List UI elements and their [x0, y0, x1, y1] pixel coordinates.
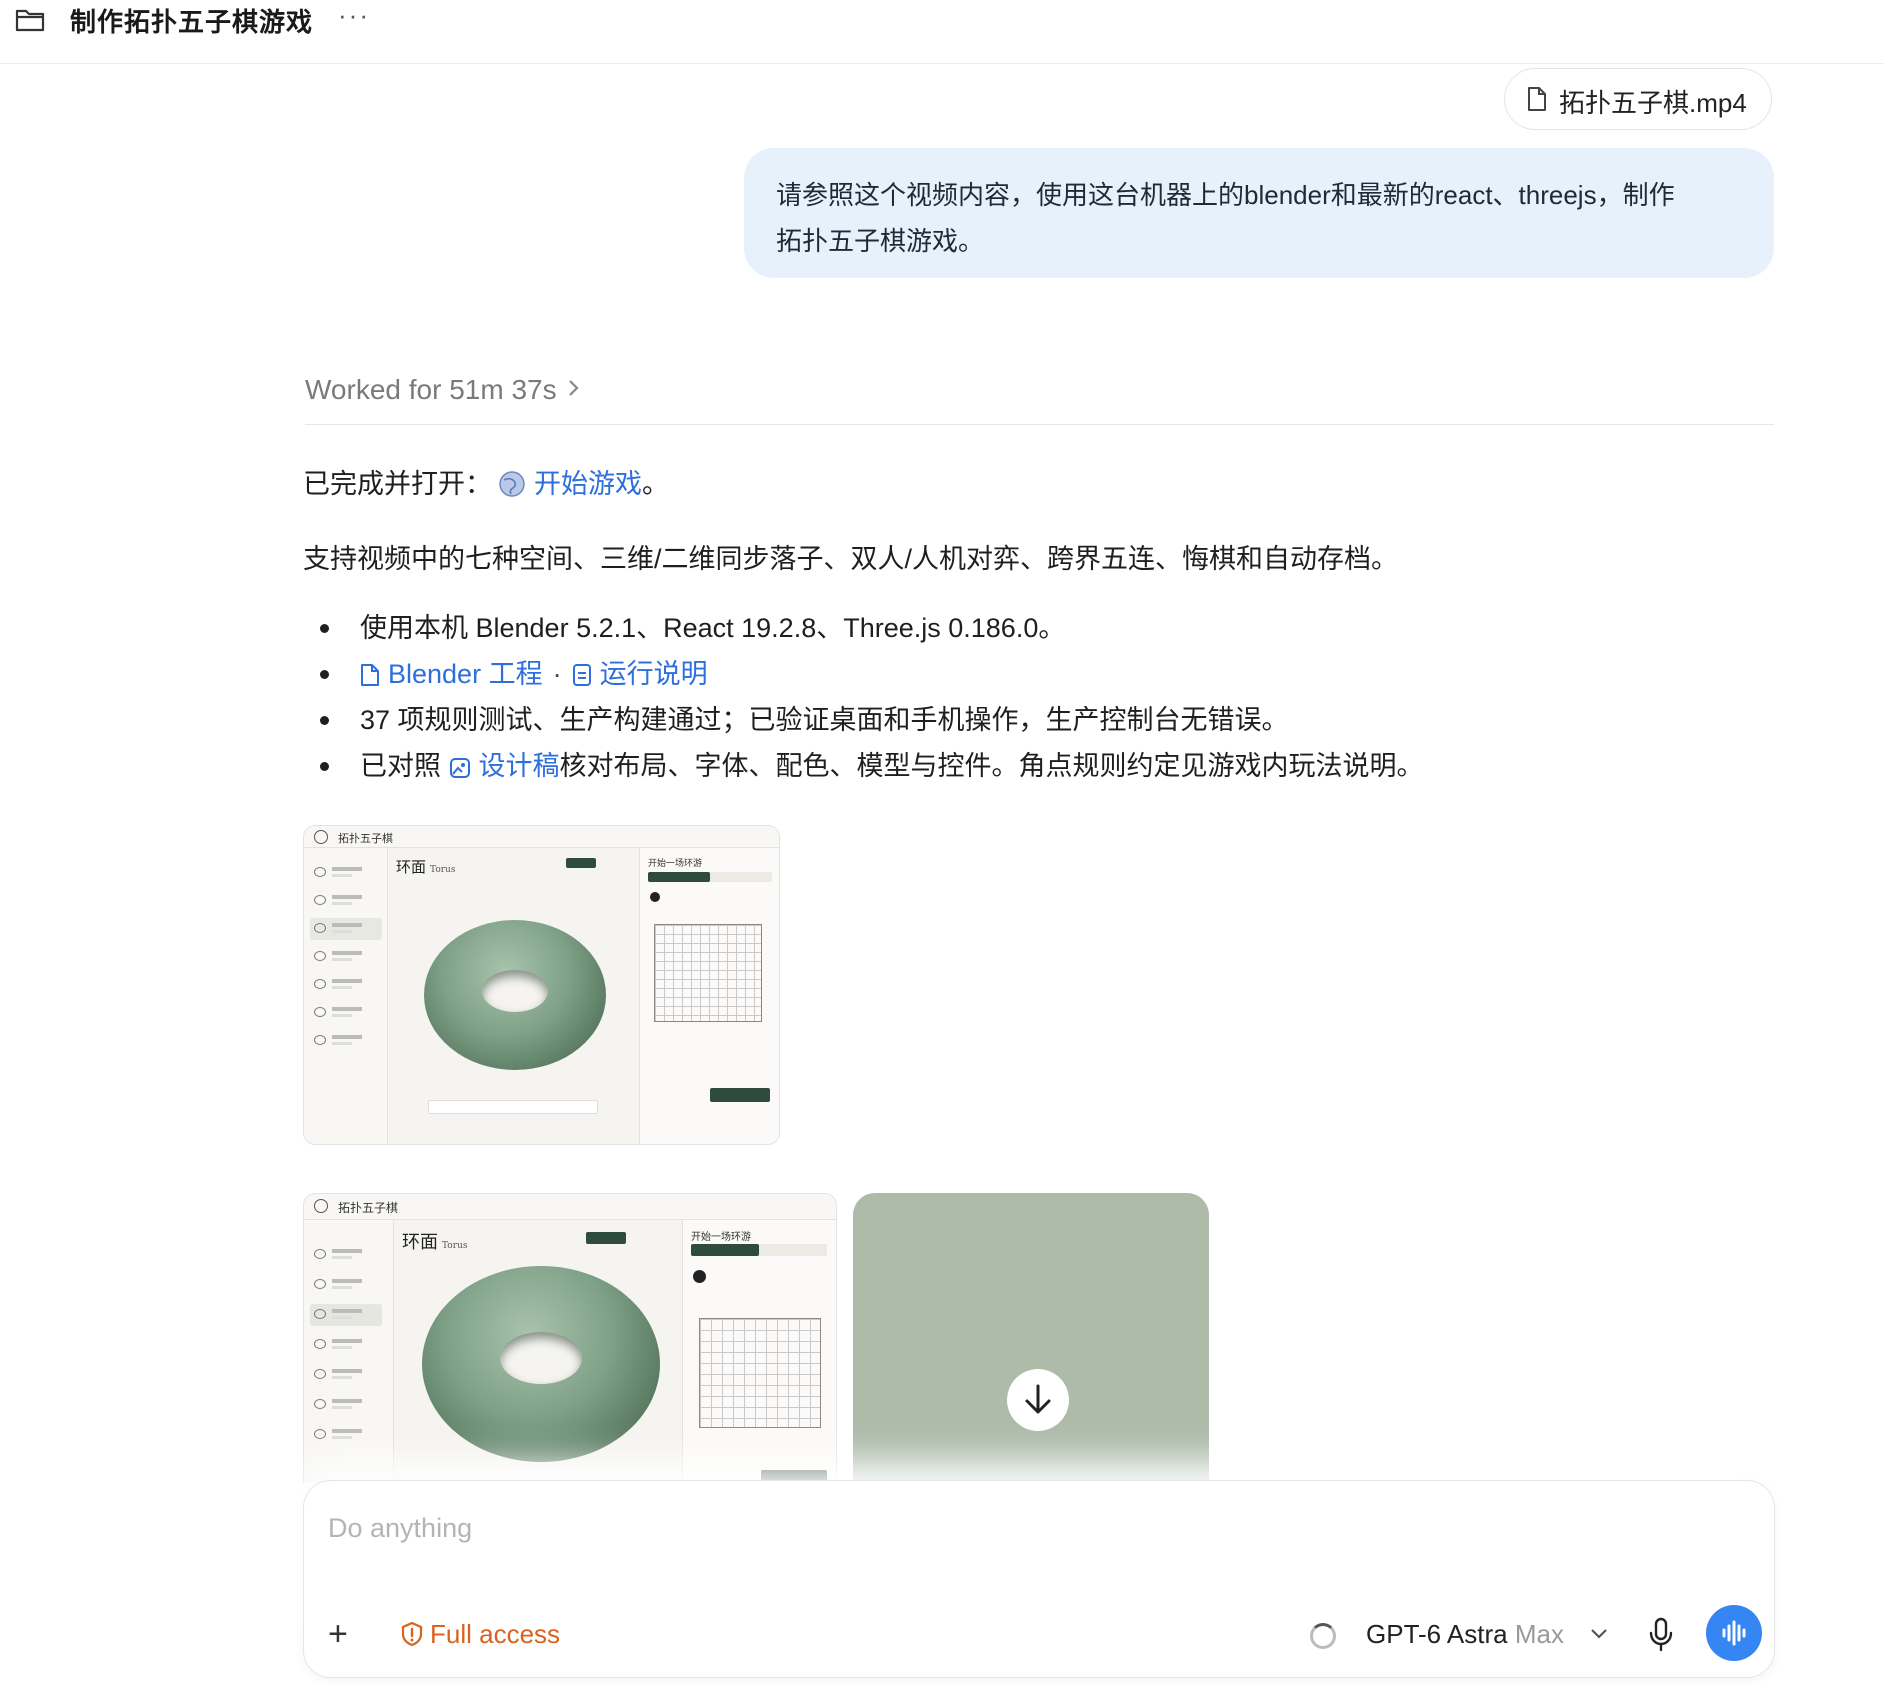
- globe-icon: [499, 471, 525, 497]
- image-icon: [449, 758, 470, 778]
- more-options-button[interactable]: ···: [338, 0, 370, 31]
- screenshot-thumbnail[interactable]: 拓扑五子棋 环面 Torus 开始一场环游: [303, 825, 780, 1145]
- thumbnail-side-panel: 开始一场环游: [639, 848, 779, 1144]
- torus-model: [424, 920, 606, 1070]
- thumbnail-side-panel: 开始一场环游: [682, 1220, 836, 1483]
- tests-text: 37 项规则测试、生产构建通过；已验证桌面和手机操作，生产控制台无错误。: [360, 705, 1289, 735]
- access-level-button[interactable]: Full access: [400, 1619, 560, 1650]
- thumbnail-sidebar: [304, 848, 388, 1144]
- model-variant: Max: [1514, 1619, 1564, 1649]
- thumbnail-panel-title: 开始一场环游: [691, 1232, 751, 1243]
- thumbnail-mode-pill: [586, 1232, 626, 1244]
- arrow-down-icon: [1025, 1384, 1051, 1414]
- black-stone: [650, 892, 660, 902]
- prompt-input[interactable]: Do anything: [328, 1513, 472, 1544]
- design-draft-link[interactable]: 设计稿: [479, 751, 560, 781]
- loading-spinner-icon: [1310, 1623, 1336, 1649]
- versions-text: 使用本机 Blender 5.2.1、React 19.2.8、Three.js…: [360, 613, 1066, 643]
- voice-mode-button[interactable]: [1706, 1605, 1762, 1661]
- thumbnail-viewport: 环面 Torus: [388, 848, 639, 1144]
- list-item: 使用本机 Blender 5.2.1、React 19.2.8、Three.js…: [320, 608, 1424, 654]
- thumbnail-toolbar: [428, 1100, 598, 1114]
- attachment-chip[interactable]: 拓扑五子棋.mp4: [1504, 68, 1772, 130]
- top-bar: 制作拓扑五子棋游戏 ···: [0, 0, 1884, 64]
- start-game-link[interactable]: 开始游戏: [534, 469, 642, 499]
- list-item: 已对照 设计稿核对布局、字体、配色、模型与控件。角点规则约定见游戏内玩法说明。: [320, 746, 1424, 792]
- microphone-icon[interactable]: [1648, 1617, 1674, 1653]
- thumbnail-sidebar-item: [310, 1304, 382, 1326]
- thumbnail-app-header: 拓扑五子棋: [304, 1194, 836, 1220]
- add-attachment-button[interactable]: +: [328, 1617, 348, 1651]
- thumbnail-sidebar-item: [310, 1424, 382, 1446]
- design-prefix: 已对照: [360, 751, 441, 781]
- thumbnail-sidebar-item: [310, 1394, 382, 1416]
- model-name: GPT-6 Astra: [1366, 1619, 1508, 1649]
- thumbnail-sidebar: [304, 1220, 394, 1483]
- completion-prefix: 已完成并打开：: [303, 469, 492, 499]
- result-list: 使用本机 Blender 5.2.1、React 19.2.8、Three.js…: [320, 608, 1424, 792]
- download-button[interactable]: [1007, 1369, 1069, 1431]
- logo-icon: [314, 1199, 328, 1213]
- thumbnail-sidebar-item: [310, 946, 382, 968]
- chevron-right-icon: [568, 380, 579, 396]
- conversation-title: 制作拓扑五子棋游戏: [70, 7, 314, 37]
- thumbnail-panel-title: 开始一场环游: [648, 859, 703, 869]
- thumbnail-tabs: [648, 872, 772, 882]
- thumbnail-tabs: [691, 1244, 827, 1256]
- thumbnail-board-grid: [699, 1318, 821, 1428]
- thumbnail-board-grid: [654, 924, 762, 1022]
- thumbnail-viewport: 环面 Torus: [394, 1220, 682, 1483]
- thumbnail-sidebar-item: [310, 1334, 382, 1356]
- list-item: Blender 工程 · 运行说明: [320, 654, 1424, 700]
- thumbnail-sidebar-item: [310, 1030, 382, 1052]
- thumbnail-sidebar-item: [310, 918, 382, 940]
- thumbnail-heading: 环面 Torus: [396, 858, 456, 876]
- thumbnail-sidebar-item: [310, 890, 382, 912]
- user-message-line: 拓扑五子棋游戏。: [776, 226, 985, 256]
- blender-project-link[interactable]: Blender 工程: [388, 659, 543, 689]
- completion-line: 已完成并打开： 开始游戏。: [303, 462, 669, 501]
- worked-duration-toggle[interactable]: Worked for 51m 37s: [305, 374, 581, 406]
- model-selector[interactable]: GPT-6 Astra Max: [1366, 1619, 1564, 1650]
- logo-icon: [314, 830, 328, 844]
- black-stone: [693, 1270, 706, 1283]
- completion-suffix: 。: [642, 469, 669, 499]
- thumbnail-app-title: 拓扑五子棋: [338, 832, 393, 845]
- design-suffix: 核对布局、字体、配色、模型与控件。角点规则约定见游戏内玩法说明。: [559, 751, 1424, 781]
- folder-icon[interactable]: [14, 6, 46, 34]
- feature-summary: 支持视频中的七种空间、三维/二维同步落子、双人/人机对弈、跨界五连、悔棋和自动存…: [303, 544, 1399, 574]
- divider: [305, 424, 1774, 425]
- thumbnail-sidebar-item: [310, 862, 382, 884]
- thumbnail-app-header: 拓扑五子棋: [304, 826, 779, 848]
- audio-waveform-icon: [1722, 1620, 1746, 1646]
- separator: ·: [552, 659, 562, 689]
- torus-model: [422, 1266, 660, 1462]
- thumbnail-heading: 环面 Torus: [402, 1232, 468, 1253]
- thumbnail-sidebar-item: [310, 974, 382, 996]
- user-message-line: 请参照这个视频内容，使用这台机器上的blender和最新的react、three…: [776, 180, 1675, 210]
- worked-duration-label: Worked for 51m 37s: [305, 374, 557, 405]
- thumbnail-mode-pill: [566, 858, 596, 868]
- document-icon: [572, 664, 591, 686]
- screenshot-thumbnail[interactable]: 拓扑五子棋 环面 Torus 开始一场环游: [303, 1193, 837, 1483]
- file-icon: [361, 664, 379, 686]
- chevron-down-icon[interactable]: [1589, 1627, 1609, 1641]
- attachment-filename: 拓扑五子棋.mp4: [1559, 88, 1747, 118]
- thumbnail-sidebar-item: [310, 1002, 382, 1024]
- user-message-bubble: 请参照这个视频内容，使用这台机器上的blender和最新的react、three…: [744, 148, 1774, 278]
- thumbnail-sidebar-item: [310, 1244, 382, 1266]
- access-level-label: Full access: [430, 1619, 561, 1649]
- file-icon: [1528, 87, 1546, 111]
- thumbnail-sidebar-item: [310, 1274, 382, 1296]
- video-thumbnail[interactable]: [853, 1193, 1209, 1483]
- warning-shield-icon: [401, 1621, 423, 1647]
- thumbnail-sidebar-item: [310, 1364, 382, 1386]
- message-composer: Do anything + Full access GPT-6 Astra Ma…: [303, 1480, 1775, 1678]
- thumbnail-start-button: [710, 1088, 770, 1102]
- run-instructions-link[interactable]: 运行说明: [600, 659, 708, 689]
- thumbnail-app-title: 拓扑五子棋: [338, 1201, 399, 1215]
- list-item: 37 项规则测试、生产构建通过；已验证桌面和手机操作，生产控制台无错误。: [320, 700, 1424, 746]
